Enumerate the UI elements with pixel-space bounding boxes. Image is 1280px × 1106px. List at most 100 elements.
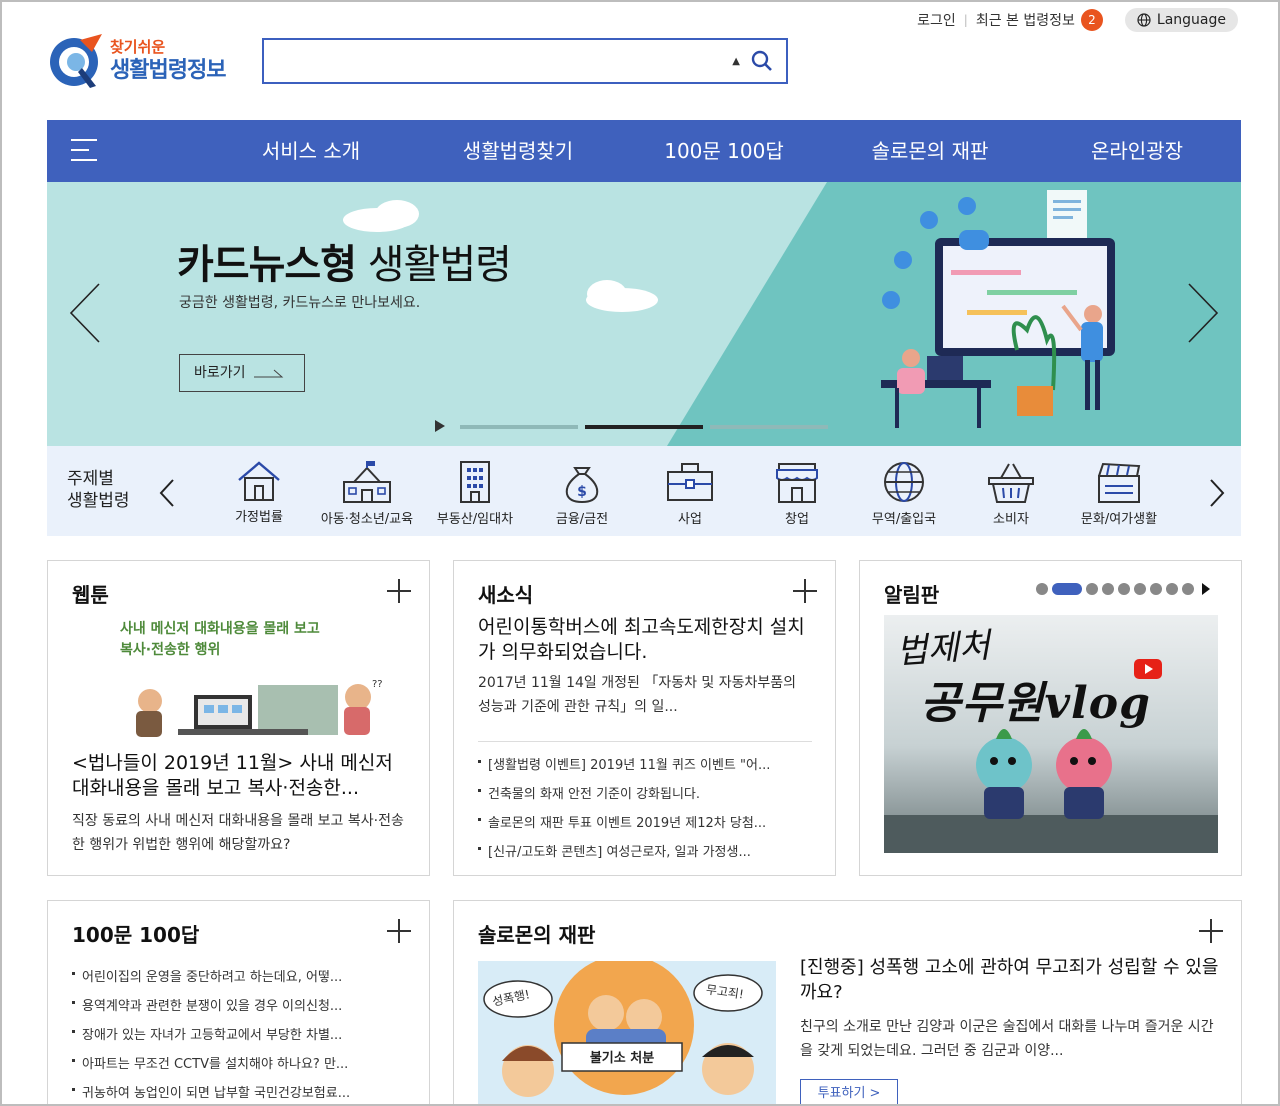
recent-laws-link[interactable]: 최근 본 법령정보: [976, 10, 1075, 30]
category-real-estate[interactable]: 부동산/임대차: [421, 460, 529, 527]
carousel-play-icon[interactable]: [1202, 583, 1210, 595]
categories-title-line1: 주제별: [67, 469, 114, 489]
login-link[interactable]: 로그인: [917, 10, 956, 30]
more-plus-icon[interactable]: [387, 919, 411, 943]
categories-next-icon[interactable]: [1209, 478, 1225, 508]
stamp-text: 불기소 처분: [589, 1051, 655, 1066]
notice-banner-image[interactable]: 법제처 공무원vlog: [884, 615, 1218, 853]
banner-prev-icon[interactable]: [69, 282, 101, 344]
search-box: ▲: [262, 38, 788, 84]
carousel-dot-active[interactable]: [1052, 583, 1082, 595]
solomon-summary: 친구의 소개로 만난 김양과 이군은 술집에서 대화를 나누며 즐거운 시간을 …: [800, 1019, 1214, 1059]
more-plus-icon[interactable]: [387, 579, 411, 603]
list-item[interactable]: 솔로몬의 재판 투표 이벤트 2019년 제12차 당첨...: [478, 809, 812, 838]
vote-button[interactable]: 투표하기 >: [800, 1079, 898, 1104]
category-label: 문화/여가생활: [1080, 512, 1158, 527]
globe-icon: [1137, 13, 1151, 27]
nav-item-solomon[interactable]: 솔로몬의 재판: [835, 120, 1025, 182]
banner-title-rest: 생활법령: [367, 242, 512, 288]
solomon-thumbnail[interactable]: 성폭행! 무고죄! 불기소 처분: [478, 961, 776, 1104]
card-title: 솔로몬의 재판: [478, 923, 596, 947]
search-input[interactable]: [264, 40, 704, 82]
category-family-law[interactable]: 가정법률: [205, 460, 313, 525]
more-plus-icon[interactable]: [1199, 919, 1223, 943]
solomon-illustration: [483, 961, 763, 1097]
notice-card: 알림판 법제처 공무원vlog: [859, 560, 1242, 876]
language-label: Language: [1156, 12, 1226, 28]
list-item[interactable]: 장애가 있는 자녀가 고등학교에서 부당한 차별...: [72, 1021, 406, 1050]
news-card: 새소식 어린이통학버스에 최고속도제한장치 설치가 의무화되었습니다. 2017…: [453, 560, 836, 876]
categories-prev-icon[interactable]: [159, 478, 175, 508]
banner-next-icon[interactable]: [1187, 282, 1219, 344]
carousel-dot[interactable]: [1134, 583, 1146, 595]
carousel-dot[interactable]: [1036, 583, 1048, 595]
divider: [478, 741, 812, 742]
webtoon-headline[interactable]: <법나들이 2019년 11월> 사내 메신저 대화내용을 몰래 보고 복사·전…: [72, 751, 412, 801]
category-trade-immigration[interactable]: 무역/출입국: [850, 460, 958, 527]
menu-icon[interactable]: [71, 139, 97, 161]
nav-item-find-laws[interactable]: 생활법령찾기: [423, 120, 613, 182]
site-logo[interactable]: 찾기쉬운 생활법령정보: [46, 32, 246, 92]
list-item[interactable]: [생활법령 이벤트] 2019년 11월 퀴즈 이벤트 "어...: [478, 751, 812, 780]
svg-text:$: $: [577, 484, 587, 500]
category-startup[interactable]: 창업: [743, 460, 851, 527]
mascot-illustration: [884, 729, 1218, 853]
nav-item-online-plaza[interactable]: 온라인광장: [1042, 120, 1232, 182]
banner-title-bold: 카드뉴스형: [177, 242, 357, 288]
category-culture-leisure[interactable]: 문화/여가생활: [1065, 460, 1173, 527]
banner-go-button[interactable]: 바로가기: [179, 354, 305, 392]
arrow-right-icon: [253, 369, 284, 378]
category-label: 가정법률: [235, 510, 283, 525]
webtoon-thumbnail[interactable]: 사내 메신저 대화내용을 몰래 보고 복사·전송한 행위 ??: [108, 613, 388, 743]
house-icon: [238, 461, 280, 501]
autocomplete-toggle-icon[interactable]: ▲: [732, 56, 740, 67]
news-headline[interactable]: 어린이통학버스에 최고속도제한장치 설치가 의무화되었습니다.: [478, 615, 808, 665]
nav-item-service-intro[interactable]: 서비스 소개: [216, 120, 406, 182]
slideshow-play-icon[interactable]: [435, 420, 445, 432]
category-label: 아동·청소년/교육: [320, 512, 414, 527]
calendar-illustration: [881, 190, 1115, 428]
list-item[interactable]: 귀농하여 농업인이 되면 납부할 국민건강보험료...: [72, 1079, 406, 1104]
banner-go-label: 바로가기: [194, 365, 246, 381]
search-icon[interactable]: [750, 49, 774, 73]
category-youth-education[interactable]: 아동·청소년/교육: [313, 460, 421, 527]
category-consumer[interactable]: 소비자: [957, 460, 1065, 527]
list-item[interactable]: [신규/고도화 콘텐츠] 여성근로자, 일과 가정생...: [478, 838, 812, 867]
main-nav: 서비스 소개 생활법령찾기 100문 100답 솔로몬의 재판 온라인광장: [47, 120, 1241, 182]
list-item[interactable]: 아파트는 무조건 CCTV를 설치해야 하나요? 만...: [72, 1050, 406, 1079]
categories-title: 주제별 생활법령: [67, 468, 130, 512]
briefcase-icon: [667, 463, 713, 501]
carousel-dot[interactable]: [1102, 583, 1114, 595]
language-button[interactable]: Language: [1124, 8, 1238, 32]
nav-item-100qa[interactable]: 100문 100답: [629, 120, 819, 182]
list-item[interactable]: 용역계약과 관련한 분쟁이 있을 경우 이의신청...: [72, 992, 406, 1021]
clapperboard-icon: [1098, 462, 1141, 503]
carousel-dot[interactable]: [1182, 583, 1194, 595]
slide-indicator-2[interactable]: [585, 425, 703, 429]
card-title: 웹툰: [72, 583, 109, 607]
utility-bar: 로그인 | 최근 본 법령정보 2 Language: [917, 8, 1238, 32]
category-finance[interactable]: $ 금융/금전: [528, 460, 636, 527]
card-title: 알림판: [884, 583, 940, 607]
carousel-dot[interactable]: [1150, 583, 1162, 595]
banner-subtitle: 궁금한 생활법령, 카드뉴스로 만나보세요.: [179, 295, 421, 311]
carousel-dot[interactable]: [1118, 583, 1130, 595]
solomon-card: 솔로몬의 재판 성폭행! 무고죄! 불기소 처분 [진행중] 성폭행 고소에 관…: [453, 900, 1242, 1104]
category-label: 무역/출입국: [871, 512, 937, 527]
carousel-dot[interactable]: [1086, 583, 1098, 595]
category-label: 사업: [678, 512, 702, 527]
building-icon: [460, 461, 490, 503]
list-item[interactable]: 건축물의 화재 안전 기준이 강화됩니다.: [478, 780, 812, 809]
slide-indicator-3[interactable]: [710, 425, 828, 429]
hero-banner: 카드뉴스형 생활법령 궁금한 생활법령, 카드뉴스로 만나보세요. 바로가기: [47, 182, 1241, 446]
category-business[interactable]: 사업: [636, 460, 744, 527]
slide-indicator-1[interactable]: [460, 425, 578, 429]
qa-list: 어린이집의 운영을 중단하려고 하는데요, 어떻... 용역계약과 관련한 분쟁…: [72, 963, 406, 1104]
list-item[interactable]: 어린이집의 운영을 중단하려고 하는데요, 어떻...: [72, 963, 406, 992]
more-plus-icon[interactable]: [793, 579, 817, 603]
notice-carousel-dots: [1036, 583, 1210, 595]
webtoon-illustration: ??: [136, 679, 383, 737]
solomon-headline[interactable]: [진행중] 성폭행 고소에 관하여 무고죄가 성립할 수 있을까요?: [800, 955, 1220, 1005]
carousel-dot[interactable]: [1166, 583, 1178, 595]
logo-mark-icon: [50, 34, 102, 88]
